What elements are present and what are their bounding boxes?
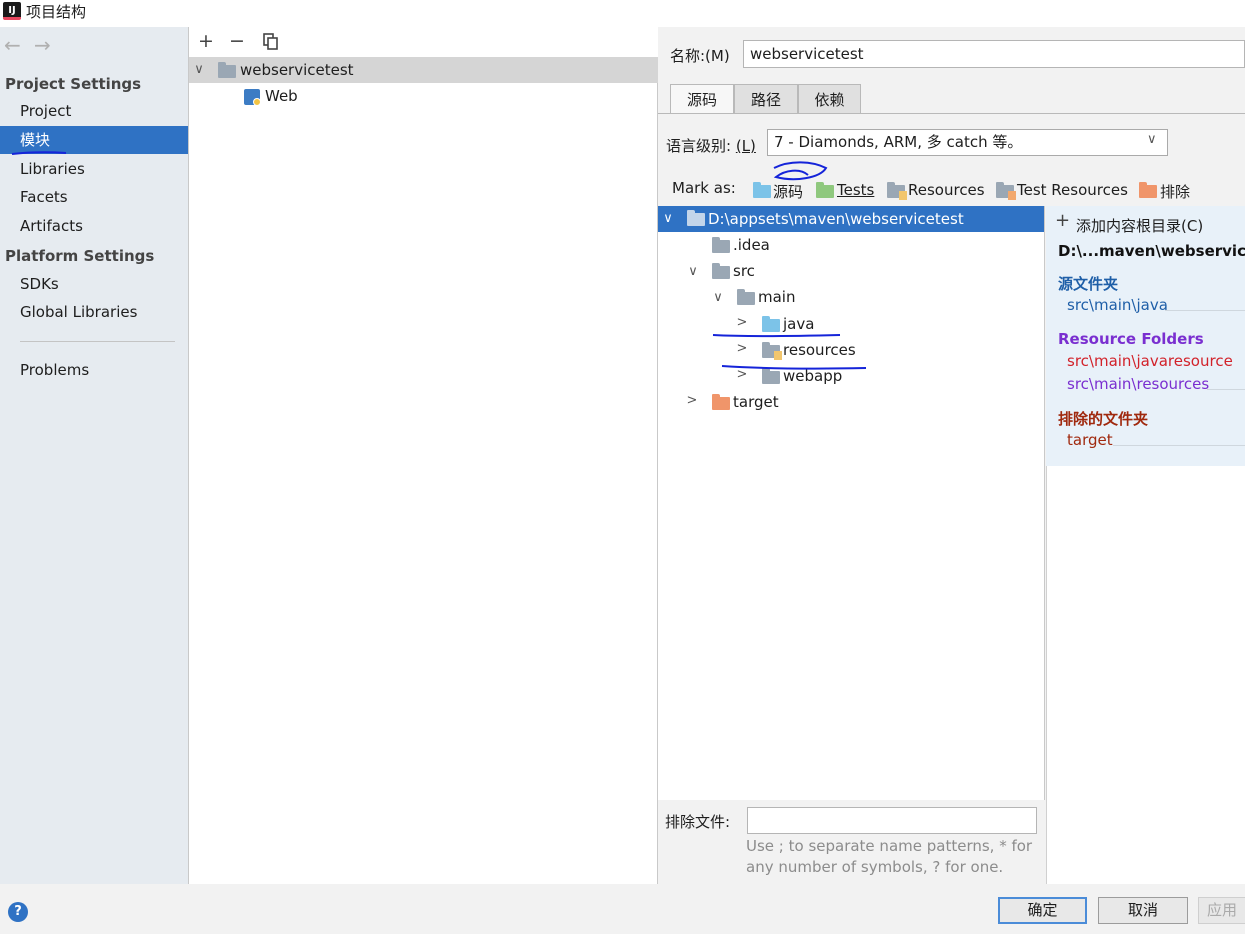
hand-annotations: [11, 151, 867, 370]
annotation-underline-java: [712, 334, 841, 338]
annotation-scribble-sources: [773, 161, 828, 181]
annotation-underline-modules: [11, 151, 67, 155]
annotation-underline-resources: [721, 365, 867, 370]
